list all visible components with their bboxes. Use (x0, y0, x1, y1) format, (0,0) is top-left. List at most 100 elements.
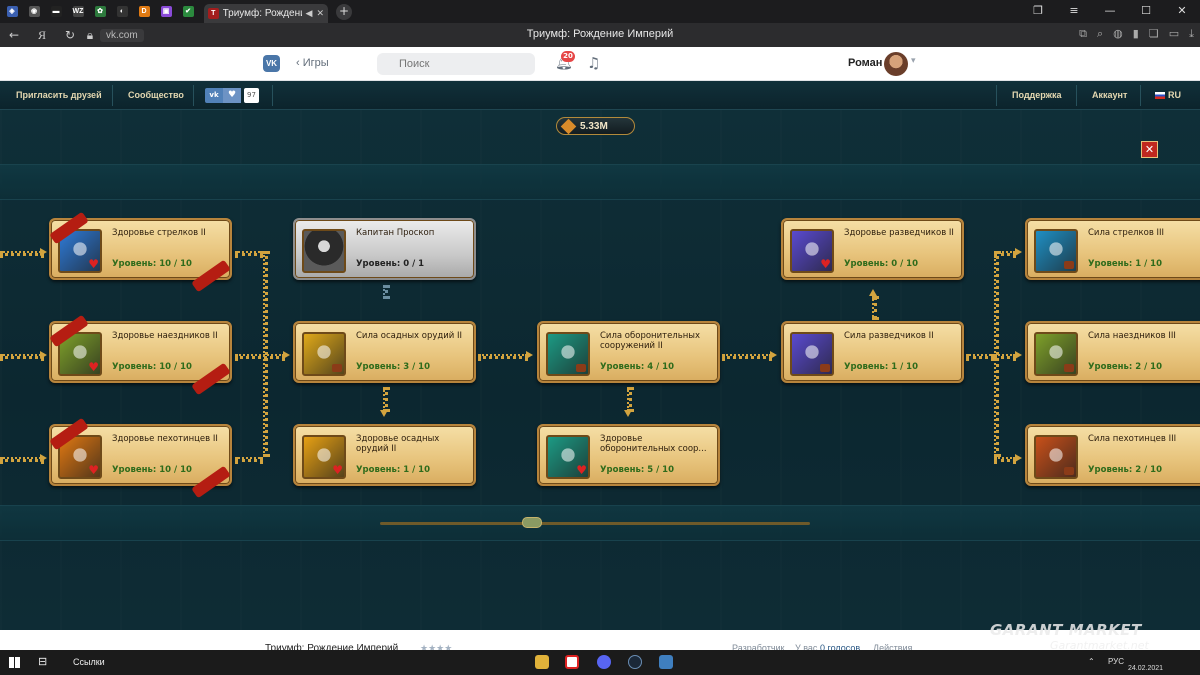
shield-icon: ◈ (6, 6, 18, 17)
research-card[interactable]: ♥ Здоровье оборонительных соор... Уровень:… (537, 424, 720, 486)
research-card[interactable]: Сила оборонительных сооружений II Уровень… (537, 321, 720, 383)
research-card[interactable]: Сила разведчиков II Уровень: 1 / 10 (781, 321, 964, 383)
research-card[interactable]: ♥ Здоровье осадных орудий II Уровень: 1 / … (293, 424, 476, 486)
pinned-tab[interactable]: ▣ (156, 4, 176, 20)
magnifier-icon[interactable]: ⌕ (1097, 27, 1103, 41)
research-card[interactable]: ♥ Здоровье разведчиков II Уровень: 0 / 10 (781, 218, 964, 280)
folder-icon[interactable] (535, 655, 549, 669)
discord-icon[interactable] (597, 655, 611, 669)
research-card[interactable]: ♥ Здоровье пехотинцев II Уровень: 10 / 10 (49, 417, 232, 499)
yandex-icon[interactable]: Я (28, 28, 56, 43)
connector (0, 457, 44, 462)
horizontal-scrollbar[interactable] (380, 522, 810, 525)
connector-arrow (1015, 454, 1022, 462)
research-name: Сила пехотинцев III (1088, 434, 1177, 444)
url-field[interactable]: vk.com (100, 28, 144, 42)
hooded-captain-icon (302, 229, 346, 273)
scrollbar-thumb[interactable] (522, 517, 542, 528)
close-panel-button[interactable]: ✕ (1141, 141, 1158, 158)
connector-locked (383, 285, 388, 299)
game-favicon-icon: Т (208, 8, 219, 19)
back-arrow-icon[interactable]: ← (0, 28, 28, 42)
incognito-icon[interactable]: ◍ (1113, 27, 1123, 41)
heart-icon[interactable]: ♥ (223, 88, 241, 103)
connector (966, 354, 994, 359)
russia-flag-icon (1155, 92, 1165, 99)
tray-up-icon[interactable]: ⌃ (1088, 657, 1095, 666)
research-card[interactable]: Капитан Проскоп Уровень: 0 / 1 (293, 218, 476, 280)
pinned-tab[interactable]: ◐ (112, 4, 132, 20)
account-link[interactable]: Аккаунт (1092, 90, 1127, 100)
vk-logo-icon[interactable]: VK (263, 55, 280, 72)
research-card[interactable]: Сила осадных орудий II Уровень: 3 / 10 (293, 321, 476, 383)
divider (112, 85, 113, 106)
heart-icon: ♥ (88, 463, 99, 477)
speaker-icon[interactable]: ◀ (306, 9, 313, 19)
research-level: Уровень: 3 / 10 (356, 362, 430, 372)
heart-icon: ♥ (88, 257, 99, 271)
chevron-down-icon[interactable]: ▾ (911, 56, 916, 66)
address-bar: ← Я ↻ 🔒︎ vk.com Триумф: Рождение Империй… (0, 23, 1200, 47)
reload-icon[interactable]: ↻ (56, 28, 84, 42)
maximize-icon[interactable]: ☐ (1128, 0, 1164, 23)
user-name[interactable]: Роман (848, 57, 882, 69)
research-name: Здоровье стрелков II (112, 228, 206, 238)
pinned-tab[interactable]: ✿ (90, 4, 110, 20)
siege-power-icon (302, 332, 346, 376)
collections-icon[interactable]: ❏ (1149, 27, 1159, 41)
heart-icon: ♥ (820, 257, 831, 271)
active-tab[interactable]: Т Триумф: Рождение Империй ◀ ✕ (204, 4, 328, 23)
pinned-tab[interactable]: D (134, 4, 154, 20)
research-card[interactable]: ♥ Здоровье наездников II Уровень: 10 / 10 (49, 314, 232, 396)
research-name: Здоровье разведчиков II (844, 228, 954, 238)
community-link[interactable]: Сообщество (128, 90, 184, 100)
siege-health-icon: ♥ (302, 435, 346, 479)
check-icon: ✔ (182, 6, 194, 17)
minimize-icon[interactable]: — (1092, 0, 1128, 23)
pinned-tab[interactable]: ✔ (178, 4, 198, 20)
language-switch[interactable]: RU (1155, 90, 1181, 100)
research-level: Уровень: 1 / 10 (356, 465, 430, 475)
bookmark-icon[interactable]: ▮ (1133, 27, 1139, 41)
date-display[interactable]: 24.02.2021 (1128, 665, 1163, 672)
support-link[interactable]: Поддержка (1012, 90, 1062, 100)
monitor-icon[interactable] (659, 655, 673, 669)
task-view-icon[interactable]: ⊟ (38, 655, 47, 668)
pinned-tab[interactable]: ◉ (24, 4, 44, 20)
yandex-browser-icon[interactable] (565, 655, 579, 669)
watermark-brand: GARANT MARKET (990, 621, 1142, 639)
research-level: Уровень: 2 / 10 (1088, 465, 1162, 475)
connector (235, 457, 263, 462)
new-tab-button[interactable]: + (336, 3, 352, 20)
close-window-icon[interactable]: ✕ (1164, 0, 1200, 23)
avatar[interactable] (884, 52, 908, 76)
music-icon[interactable]: ♫ (587, 54, 600, 72)
research-card[interactable]: Сила наездников III Уровень: 2 / 10 (1025, 321, 1200, 383)
tab-close-icon[interactable]: ✕ (316, 9, 324, 19)
steam-icon[interactable] (628, 655, 642, 669)
research-card[interactable]: Сила пехотинцев III Уровень: 2 / 10 (1025, 424, 1200, 486)
links-toolbar[interactable]: Ссылки (73, 657, 105, 667)
research-name: Здоровье оборонительных соор... (600, 434, 707, 454)
research-name: Здоровье осадных орудий II (356, 434, 440, 454)
power-badge-icon (332, 364, 342, 372)
download-icon[interactable]: ⤓ (1189, 27, 1194, 41)
divider (1076, 85, 1077, 106)
tabs-menu-icon[interactable]: ❐ (1020, 0, 1056, 23)
pinned-tab[interactable]: ▬ (46, 4, 66, 20)
language-indicator[interactable]: РУС (1108, 657, 1124, 666)
windows-start-icon[interactable] (9, 657, 20, 668)
fortification-power-icon (546, 332, 590, 376)
back-to-games-link[interactable]: ‹ Игры (296, 57, 329, 69)
pinned-tab[interactable]: ◈ (2, 4, 22, 20)
menu-icon[interactable]: ≡ (1056, 0, 1092, 23)
pinned-tab[interactable]: WZ (68, 4, 88, 20)
resource-crystal-icon (560, 118, 577, 134)
invite-friends-link[interactable]: Пригласить друзей (16, 90, 102, 100)
vk-like-widget[interactable]: vk ♥ 97 (205, 88, 259, 103)
search-input[interactable] (377, 53, 535, 75)
research-card[interactable]: Сила стрелков III Уровень: 1 / 10 (1025, 218, 1200, 280)
extensions-icon[interactable]: ⧉ (1079, 27, 1087, 41)
research-card[interactable]: ♥ Здоровье стрелков II Уровень: 10 / 10 (49, 211, 232, 293)
chat-icon[interactable]: ▭ (1169, 27, 1179, 41)
